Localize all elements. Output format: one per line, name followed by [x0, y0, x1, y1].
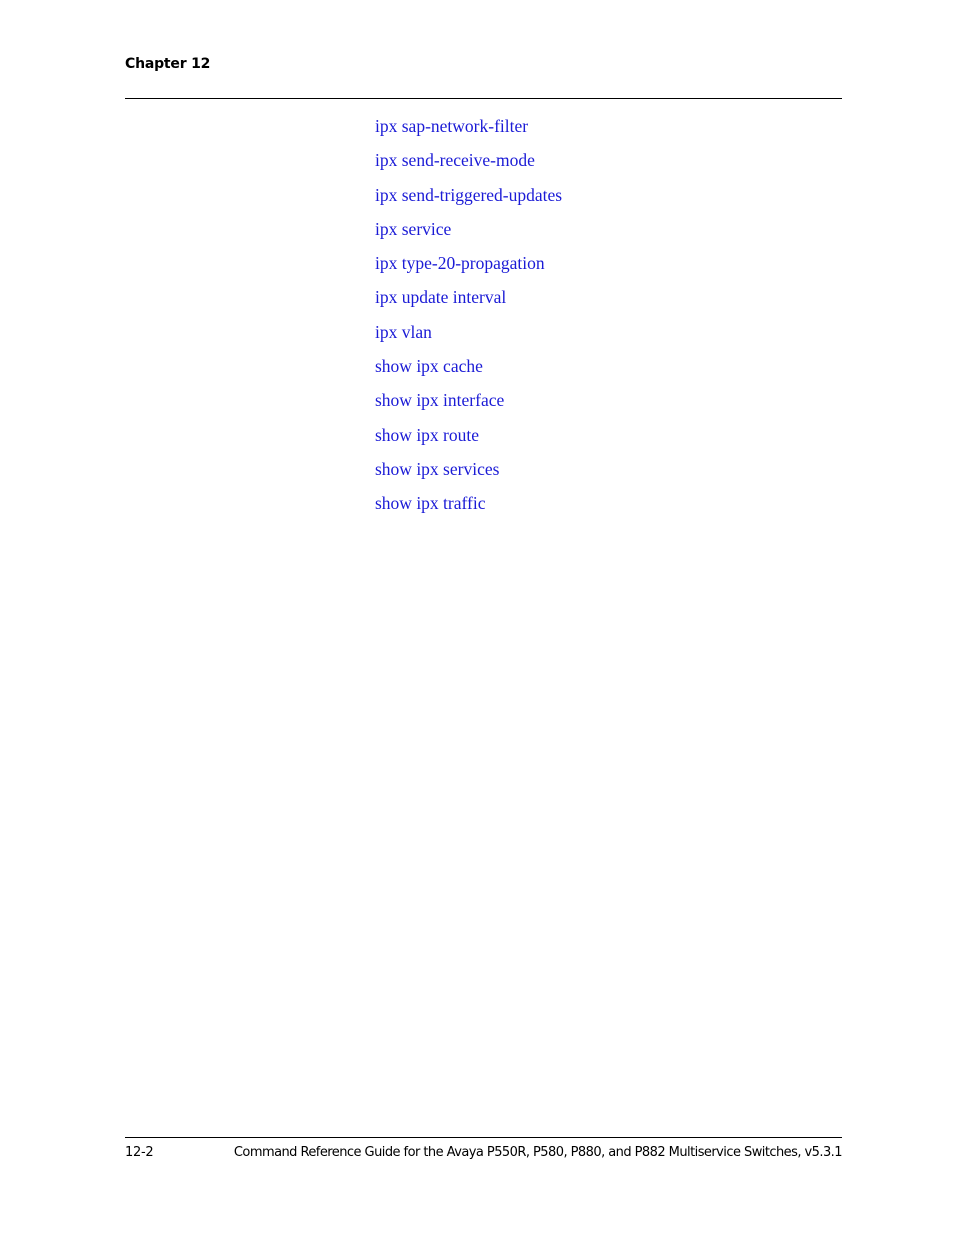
list-item: show ipx traffic — [375, 491, 562, 525]
list-item: show ipx cache — [375, 354, 562, 388]
link-show-ipx-cache[interactable]: show ipx cache — [375, 356, 483, 376]
command-link-list: ipx sap-network-filter ipx send-receive-… — [375, 114, 562, 526]
list-item: ipx vlan — [375, 320, 562, 354]
link-ipx-service[interactable]: ipx service — [375, 219, 451, 239]
list-item: ipx send-receive-mode — [375, 148, 562, 182]
link-ipx-update-interval[interactable]: ipx update interval — [375, 287, 506, 307]
link-show-ipx-traffic[interactable]: show ipx traffic — [375, 493, 486, 513]
chapter-header: Chapter 12 — [125, 56, 211, 72]
link-show-ipx-route[interactable]: show ipx route — [375, 425, 479, 445]
list-item: ipx send-triggered-updates — [375, 183, 562, 217]
footer-divider — [125, 1137, 842, 1138]
list-item: ipx update interval — [375, 285, 562, 319]
list-item: ipx sap-network-filter — [375, 114, 562, 148]
list-item: show ipx services — [375, 457, 562, 491]
link-show-ipx-services[interactable]: show ipx services — [375, 459, 499, 479]
list-item: ipx type-20-propagation — [375, 251, 562, 285]
link-ipx-send-receive-mode[interactable]: ipx send-receive-mode — [375, 150, 535, 170]
list-item: show ipx interface — [375, 388, 562, 422]
page-number: 12-2 — [125, 1145, 154, 1160]
link-ipx-vlan[interactable]: ipx vlan — [375, 322, 432, 342]
link-show-ipx-interface[interactable]: show ipx interface — [375, 390, 504, 410]
list-item: show ipx route — [375, 423, 562, 457]
header-divider — [125, 98, 842, 99]
list-item: ipx service — [375, 217, 562, 251]
link-ipx-type-20-propagation[interactable]: ipx type-20-propagation — [375, 253, 545, 273]
link-ipx-send-triggered-updates[interactable]: ipx send-triggered-updates — [375, 185, 562, 205]
link-ipx-sap-network-filter[interactable]: ipx sap-network-filter — [375, 116, 528, 136]
document-title: Command Reference Guide for the Avaya P5… — [233, 1145, 843, 1160]
